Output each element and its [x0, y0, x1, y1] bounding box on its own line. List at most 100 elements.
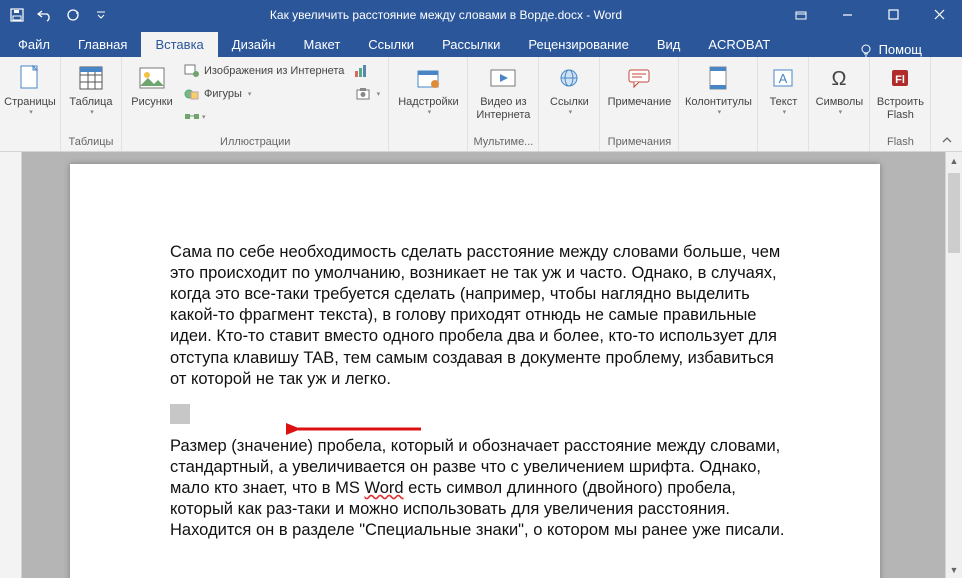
textbox-icon: A — [767, 62, 799, 94]
pictures-label: Рисунки — [131, 96, 173, 109]
shapes-button[interactable]: Фигуры▾ — [180, 83, 348, 105]
group-tables: Таблица▾ Таблицы — [61, 57, 122, 151]
tab-view[interactable]: Вид — [643, 32, 695, 57]
page-icon — [14, 62, 46, 94]
tab-layout[interactable]: Макет — [289, 32, 354, 57]
tab-insert[interactable]: Вставка — [141, 32, 217, 57]
addins-button[interactable]: Надстройки▾ — [393, 60, 463, 119]
table-label: Таблица — [69, 96, 112, 109]
tab-home[interactable]: Главная — [64, 32, 141, 57]
document-page[interactable]: Сама по себе необходимость сделать расст… — [70, 164, 880, 578]
undo-button[interactable] — [32, 2, 58, 28]
screenshot-icon — [355, 86, 371, 102]
group-label-tables: Таблицы — [65, 134, 117, 151]
group-illustrations: Рисунки Изображения из Интернета Фигуры▾… — [122, 57, 389, 151]
chart-button[interactable] — [350, 60, 372, 82]
group-media: Видео из Интернета Мультиме... — [468, 57, 539, 151]
close-button[interactable] — [916, 0, 962, 29]
tab-references[interactable]: Ссылки — [354, 32, 428, 57]
online-video-button[interactable]: Видео из Интернета — [472, 60, 534, 123]
para2-word-underline: Word — [364, 479, 403, 497]
ribbon-display-button[interactable] — [778, 0, 824, 29]
links-button[interactable]: Ссылки▾ — [543, 60, 595, 119]
headerfooter-icon — [702, 62, 734, 94]
collapse-ribbon-button[interactable] — [936, 133, 958, 149]
flash-icon: Fl — [884, 62, 916, 94]
online-pictures-label: Изображения из Интернета — [204, 65, 344, 77]
window-title: Как увеличить расстояние между словами в… — [114, 8, 778, 22]
symbols-label: Символы — [816, 96, 864, 109]
group-label-media: Мультиме... — [472, 134, 534, 151]
text-label: Текст — [770, 96, 798, 109]
flash-label: Встроить Flash — [876, 96, 924, 121]
scroll-down-button[interactable]: ▼ — [946, 561, 962, 578]
pages-label: Страницы — [4, 96, 56, 109]
qat-customize-button[interactable] — [88, 2, 114, 28]
table-button[interactable]: Таблица▾ — [65, 60, 117, 119]
vertical-scrollbar[interactable]: ▲ ▼ — [945, 152, 962, 578]
addins-label: Надстройки — [398, 96, 458, 109]
picture-icon — [136, 62, 168, 94]
addins-icon — [412, 62, 444, 94]
group-label-headerfooter — [683, 146, 753, 151]
scroll-up-button[interactable]: ▲ — [946, 152, 962, 169]
tab-mailings[interactable]: Рассылки — [428, 32, 514, 57]
tab-design[interactable]: Дизайн — [218, 32, 290, 57]
chevron-down-icon: ▾ — [569, 109, 573, 117]
paragraph-1[interactable]: Сама по себе необходимость сделать расст… — [170, 242, 790, 390]
page-area[interactable]: Сама по себе необходимость сделать расст… — [22, 152, 945, 578]
text-button[interactable]: A Текст▾ — [762, 60, 804, 119]
chevron-down-icon: ▾ — [377, 90, 381, 98]
selected-space-char[interactable] — [170, 404, 190, 424]
online-pictures-button[interactable]: Изображения из Интернета — [180, 60, 348, 82]
group-label-flash: Flash — [874, 134, 926, 151]
smartart-button[interactable]: ▾ — [180, 106, 348, 128]
arrow-annotation — [286, 419, 426, 439]
tab-acrobat[interactable]: ACROBAT — [694, 32, 784, 57]
document-body[interactable]: Сама по себе необходимость сделать расст… — [170, 242, 790, 541]
group-label-addins — [393, 146, 463, 151]
lightbulb-icon — [859, 43, 873, 57]
maximize-button[interactable] — [870, 0, 916, 29]
svg-text:Ω: Ω — [832, 68, 847, 89]
tab-review[interactable]: Рецензирование — [514, 32, 642, 57]
chevron-down-icon: ▾ — [718, 109, 722, 117]
save-button[interactable] — [4, 2, 30, 28]
link-icon — [553, 62, 585, 94]
group-headerfooter: Колонтитулы▾ — [679, 57, 758, 151]
chevron-down-icon: ▾ — [839, 109, 843, 117]
online-pictures-icon — [184, 63, 200, 79]
tell-me-label: Помощ — [879, 42, 922, 57]
group-comments: Примечание Примечания — [600, 57, 679, 151]
screenshot-button[interactable]: ▾ — [350, 83, 384, 105]
scroll-thumb[interactable] — [948, 173, 960, 253]
tell-me[interactable]: Помощ — [859, 42, 962, 57]
video-label: Видео из Интернета — [474, 96, 532, 121]
tab-file[interactable]: Файл — [4, 32, 64, 57]
quick-access-toolbar — [0, 2, 114, 28]
comment-button[interactable]: Примечание — [604, 60, 674, 111]
omega-icon: Ω — [823, 62, 855, 94]
chevron-down-icon: ▾ — [29, 109, 33, 117]
title-bar: Как увеличить расстояние между словами в… — [0, 0, 962, 29]
smartart-icon — [184, 109, 200, 125]
group-symbols: Ω Символы▾ — [809, 57, 870, 151]
headerfooter-button[interactable]: Колонтитулы▾ — [683, 60, 753, 119]
comment-label: Примечание — [608, 96, 672, 109]
group-label-comments: Примечания — [604, 134, 674, 151]
redo-button[interactable] — [60, 2, 86, 28]
group-label-pages — [4, 146, 56, 151]
pictures-button[interactable]: Рисунки — [126, 60, 178, 111]
embed-flash-button[interactable]: Fl Встроить Flash — [874, 60, 926, 123]
svg-text:Fl: Fl — [896, 74, 906, 86]
shapes-icon — [184, 86, 200, 102]
vertical-ruler[interactable] — [0, 152, 22, 578]
chevron-down-icon: ▾ — [202, 113, 206, 121]
workspace: Сама по себе необходимость сделать расст… — [0, 152, 962, 578]
chevron-down-icon: ▾ — [248, 90, 252, 98]
minimize-button[interactable] — [824, 0, 870, 29]
paragraph-2[interactable]: Размер (значение) пробела, который и обо… — [170, 436, 790, 542]
pages-button[interactable]: Страницы▾ — [4, 60, 56, 119]
symbols-button[interactable]: Ω Символы▾ — [813, 60, 865, 119]
comment-icon — [623, 62, 655, 94]
